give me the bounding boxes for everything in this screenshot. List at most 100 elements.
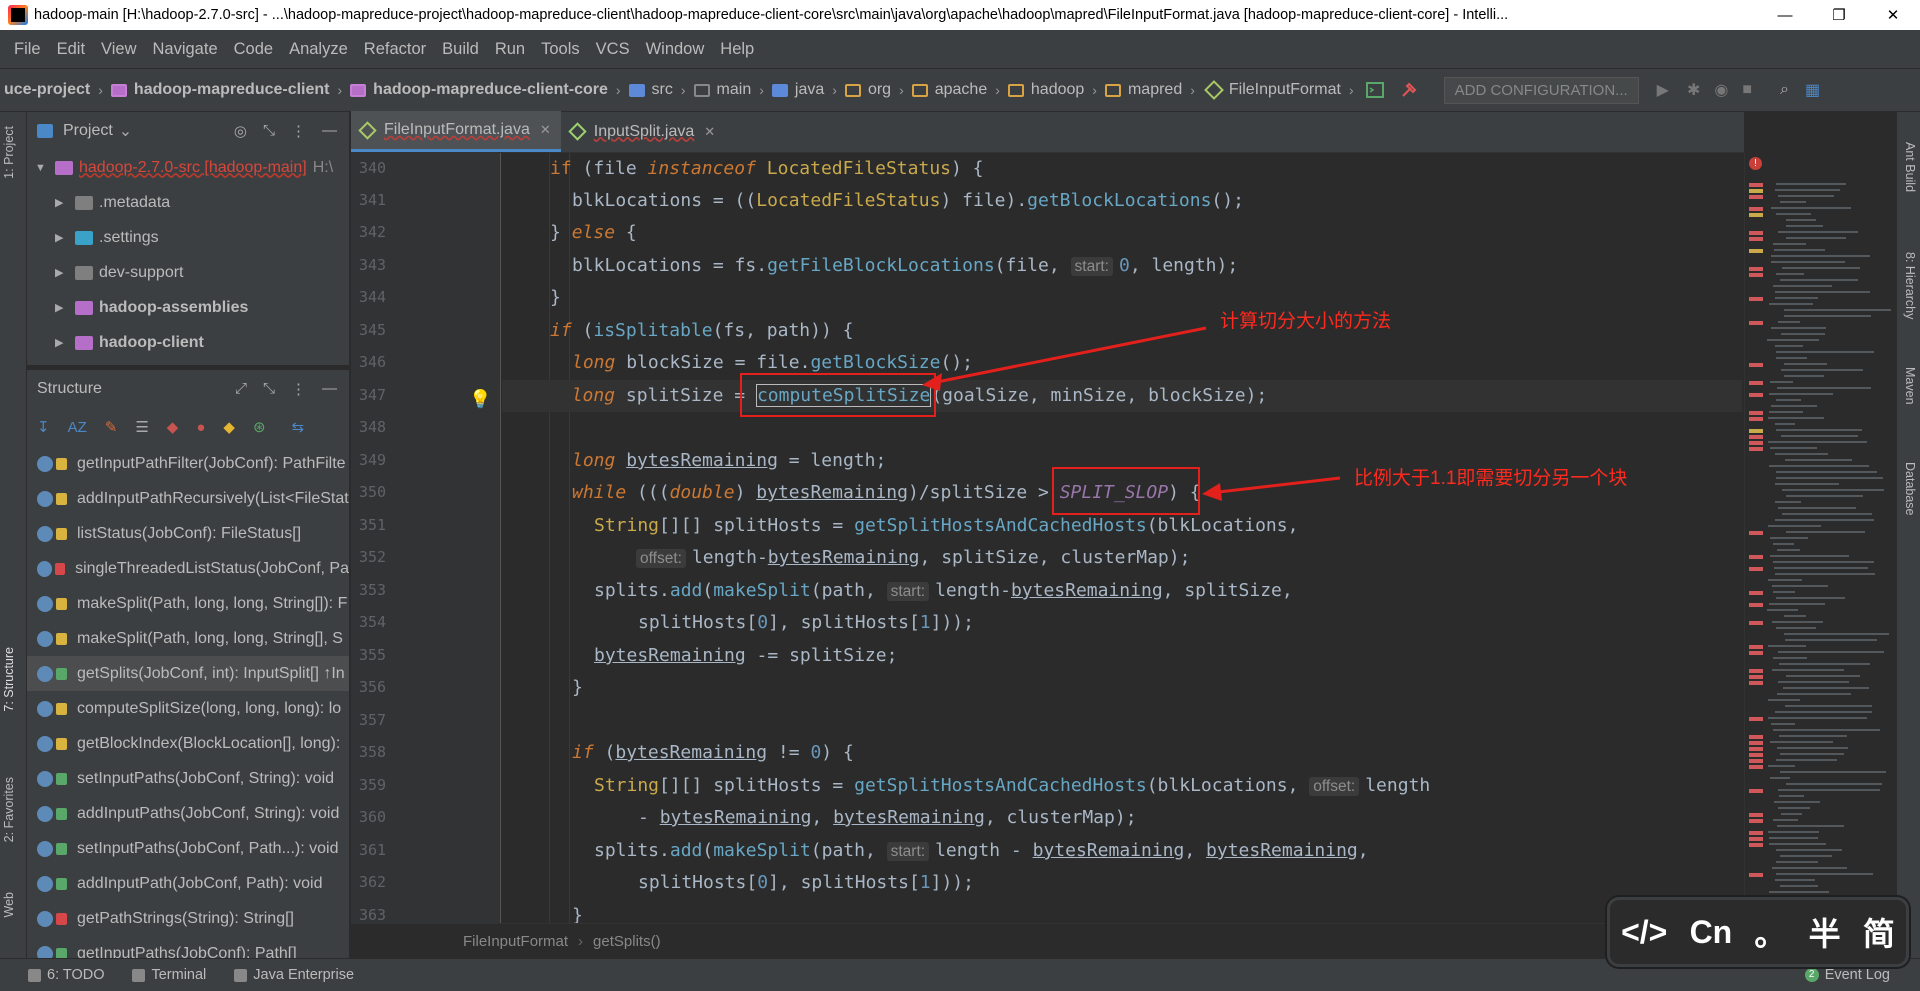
expand-arrow-icon[interactable]: ▶ bbox=[55, 196, 69, 209]
error-stripe-mark[interactable] bbox=[1749, 753, 1763, 757]
menu-run[interactable]: Run bbox=[487, 40, 533, 59]
hammer-icon[interactable] bbox=[1400, 81, 1418, 99]
error-stripe-mark[interactable] bbox=[1749, 669, 1763, 673]
error-stripe-mark[interactable] bbox=[1749, 183, 1763, 187]
menu-window[interactable]: Window bbox=[638, 40, 713, 59]
database-tool-tab[interactable]: Database bbox=[1903, 462, 1917, 516]
expand-all-icon[interactable]: ⤢ bbox=[235, 380, 247, 398]
expand-arrow-icon[interactable]: ▶ bbox=[55, 266, 69, 279]
structure-item[interactable]: addInputPath(JobConf, Path): void bbox=[27, 866, 349, 901]
structure-item[interactable]: computeSplitSize(long, long, long): lo bbox=[27, 691, 349, 726]
tree-item-root[interactable]: ▼ hadoop-2.7.0-src [hadoop-main] H:\ bbox=[27, 150, 349, 185]
sort-visibility-icon[interactable]: ↧ bbox=[37, 418, 50, 436]
expand-arrow-icon[interactable]: ▶ bbox=[55, 231, 69, 244]
expand-arrow-icon[interactable]: ▶ bbox=[55, 301, 69, 314]
close-tab-icon[interactable]: ✕ bbox=[540, 122, 551, 138]
error-stripe-mark[interactable] bbox=[1749, 651, 1763, 655]
hide-icon[interactable]: — bbox=[322, 122, 337, 140]
error-stripe-mark[interactable] bbox=[1749, 381, 1763, 385]
show-fields-icon[interactable]: ☰ bbox=[135, 418, 148, 436]
nav-crumb-module[interactable]: hadoop-mapreduce-client bbox=[107, 81, 334, 99]
add-configuration-button[interactable]: ADD CONFIGURATION... bbox=[1443, 76, 1639, 104]
error-stripe-mark[interactable] bbox=[1749, 297, 1763, 301]
error-stripe-mark[interactable] bbox=[1749, 207, 1763, 211]
error-stripe-mark[interactable] bbox=[1749, 267, 1763, 271]
error-stripe-mark[interactable] bbox=[1749, 249, 1763, 253]
menu-help[interactable]: Help bbox=[712, 40, 762, 59]
web-tool-tab[interactable]: Web bbox=[2, 892, 16, 917]
error-stripe-mark[interactable] bbox=[1749, 567, 1763, 571]
run-icon[interactable]: ▶ bbox=[1657, 80, 1669, 100]
structure-item[interactable]: setInputPaths(JobConf, String): void bbox=[27, 761, 349, 796]
structure-item[interactable]: getInputPathFilter(JobConf): PathFilte bbox=[27, 446, 349, 481]
structure-item[interactable]: makeSplit(Path, long, long, String[], S bbox=[27, 621, 349, 656]
error-stripe-mark[interactable] bbox=[1749, 273, 1763, 277]
nav-crumb-class[interactable]: FileInputFormat bbox=[1199, 80, 1345, 100]
error-stripe-mark[interactable] bbox=[1749, 411, 1763, 415]
error-stripe-mark[interactable] bbox=[1749, 231, 1763, 235]
expand-arrow-icon[interactable]: ▼ bbox=[35, 162, 49, 174]
todo-tool-button[interactable]: 6: TODO bbox=[28, 967, 104, 983]
menu-navigate[interactable]: Navigate bbox=[145, 40, 226, 59]
menu-analyze[interactable]: Analyze bbox=[281, 40, 356, 59]
error-stripe-mark[interactable] bbox=[1749, 237, 1763, 241]
error-stripe-mark[interactable] bbox=[1749, 735, 1763, 739]
error-stripe-mark[interactable] bbox=[1749, 813, 1763, 817]
show-nonpublic-icon[interactable]: ● bbox=[196, 419, 205, 436]
error-stripe-mark[interactable] bbox=[1749, 393, 1763, 397]
structure-item[interactable]: getPathStrings(String): String[] bbox=[27, 901, 349, 936]
show-properties-icon[interactable]: ◆ bbox=[167, 418, 179, 436]
code-editor[interactable]: if (file instanceof LocatedFileStatus) {… bbox=[502, 153, 1742, 923]
nav-crumb-org[interactable]: org bbox=[841, 81, 895, 99]
locate-icon[interactable]: ◎ bbox=[234, 122, 247, 140]
error-stripe-mark[interactable] bbox=[1749, 789, 1763, 793]
structure-item[interactable]: addInputPaths(JobConf, String): void bbox=[27, 796, 349, 831]
tree-item[interactable]: ▶ hadoop-assemblies bbox=[27, 290, 349, 325]
nav-crumb-core[interactable]: hadoop-mapreduce-client-core bbox=[346, 81, 612, 99]
menu-vcs[interactable]: VCS bbox=[588, 40, 638, 59]
options-icon[interactable]: ⋮ bbox=[291, 380, 306, 398]
breadcrumb-method[interactable]: getSplits() bbox=[593, 933, 661, 950]
project-tool-tab[interactable]: 1: Project bbox=[2, 126, 16, 179]
tab-fileinputformat[interactable]: FileInputFormat.java ✕ bbox=[351, 111, 561, 152]
collapse-icon[interactable]: ⤡ bbox=[263, 122, 275, 140]
structure-item[interactable]: makeSplit(Path, long, long, String[]): F bbox=[27, 586, 349, 621]
structure-item-selected[interactable]: getSplits(JobConf, int): InputSplit[] ↑I… bbox=[27, 656, 349, 691]
error-stripe-mark[interactable] bbox=[1749, 873, 1763, 877]
error-stripe-mark[interactable] bbox=[1749, 321, 1763, 325]
error-stripe-mark[interactable] bbox=[1749, 831, 1763, 835]
close-button[interactable]: ✕ bbox=[1866, 0, 1920, 30]
search-icon[interactable]: ⌕ bbox=[1780, 81, 1789, 99]
menu-code[interactable]: Code bbox=[226, 40, 281, 59]
maven-tool-tab[interactable]: Maven bbox=[1903, 367, 1917, 405]
nav-crumb-java[interactable]: java bbox=[768, 81, 828, 99]
project-panel-title[interactable]: Project bbox=[63, 122, 113, 140]
error-stripe-mark[interactable] bbox=[1749, 681, 1763, 685]
project-structure-icon[interactable]: ▦ bbox=[1805, 80, 1820, 100]
expand-arrow-icon[interactable]: ▶ bbox=[55, 336, 69, 349]
tree-item[interactable]: ▶ .settings bbox=[27, 220, 349, 255]
coverage-icon[interactable]: ◉ bbox=[1714, 80, 1728, 100]
autoscroll-icon[interactable]: ⇆ bbox=[292, 418, 305, 436]
minimize-button[interactable]: — bbox=[1758, 0, 1812, 30]
error-stripe-mark[interactable] bbox=[1749, 741, 1763, 745]
error-stripe-mark[interactable] bbox=[1749, 843, 1763, 847]
menu-file[interactable]: File bbox=[6, 40, 49, 59]
show-anonymous-icon[interactable]: ⊛ bbox=[253, 418, 266, 436]
error-stripe-mark[interactable] bbox=[1749, 837, 1763, 841]
error-stripe-mark[interactable] bbox=[1749, 417, 1763, 421]
console-icon[interactable] bbox=[1365, 81, 1384, 99]
error-indicator-icon[interactable]: ! bbox=[1749, 157, 1762, 170]
menu-tools[interactable]: Tools bbox=[533, 40, 588, 59]
nav-crumb-apache[interactable]: apache bbox=[908, 81, 992, 99]
tree-item[interactable]: ▶ dev-support bbox=[27, 255, 349, 290]
collapse-all-icon[interactable]: ⤡ bbox=[263, 380, 275, 398]
java-enterprise-tool-button[interactable]: Java Enterprise bbox=[234, 967, 354, 983]
breadcrumb-class[interactable]: FileInputFormat bbox=[463, 933, 568, 950]
options-icon[interactable]: ⋮ bbox=[291, 122, 306, 140]
error-stripe-mark[interactable] bbox=[1749, 441, 1763, 445]
tab-inputsplit[interactable]: InputSplit.java ✕ bbox=[561, 111, 725, 152]
structure-item[interactable]: singleThreadedListStatus(JobConf, Pa bbox=[27, 551, 349, 586]
tree-item[interactable]: ▶ .metadata bbox=[27, 185, 349, 220]
nav-crumb-mapred[interactable]: mapred bbox=[1101, 81, 1186, 99]
